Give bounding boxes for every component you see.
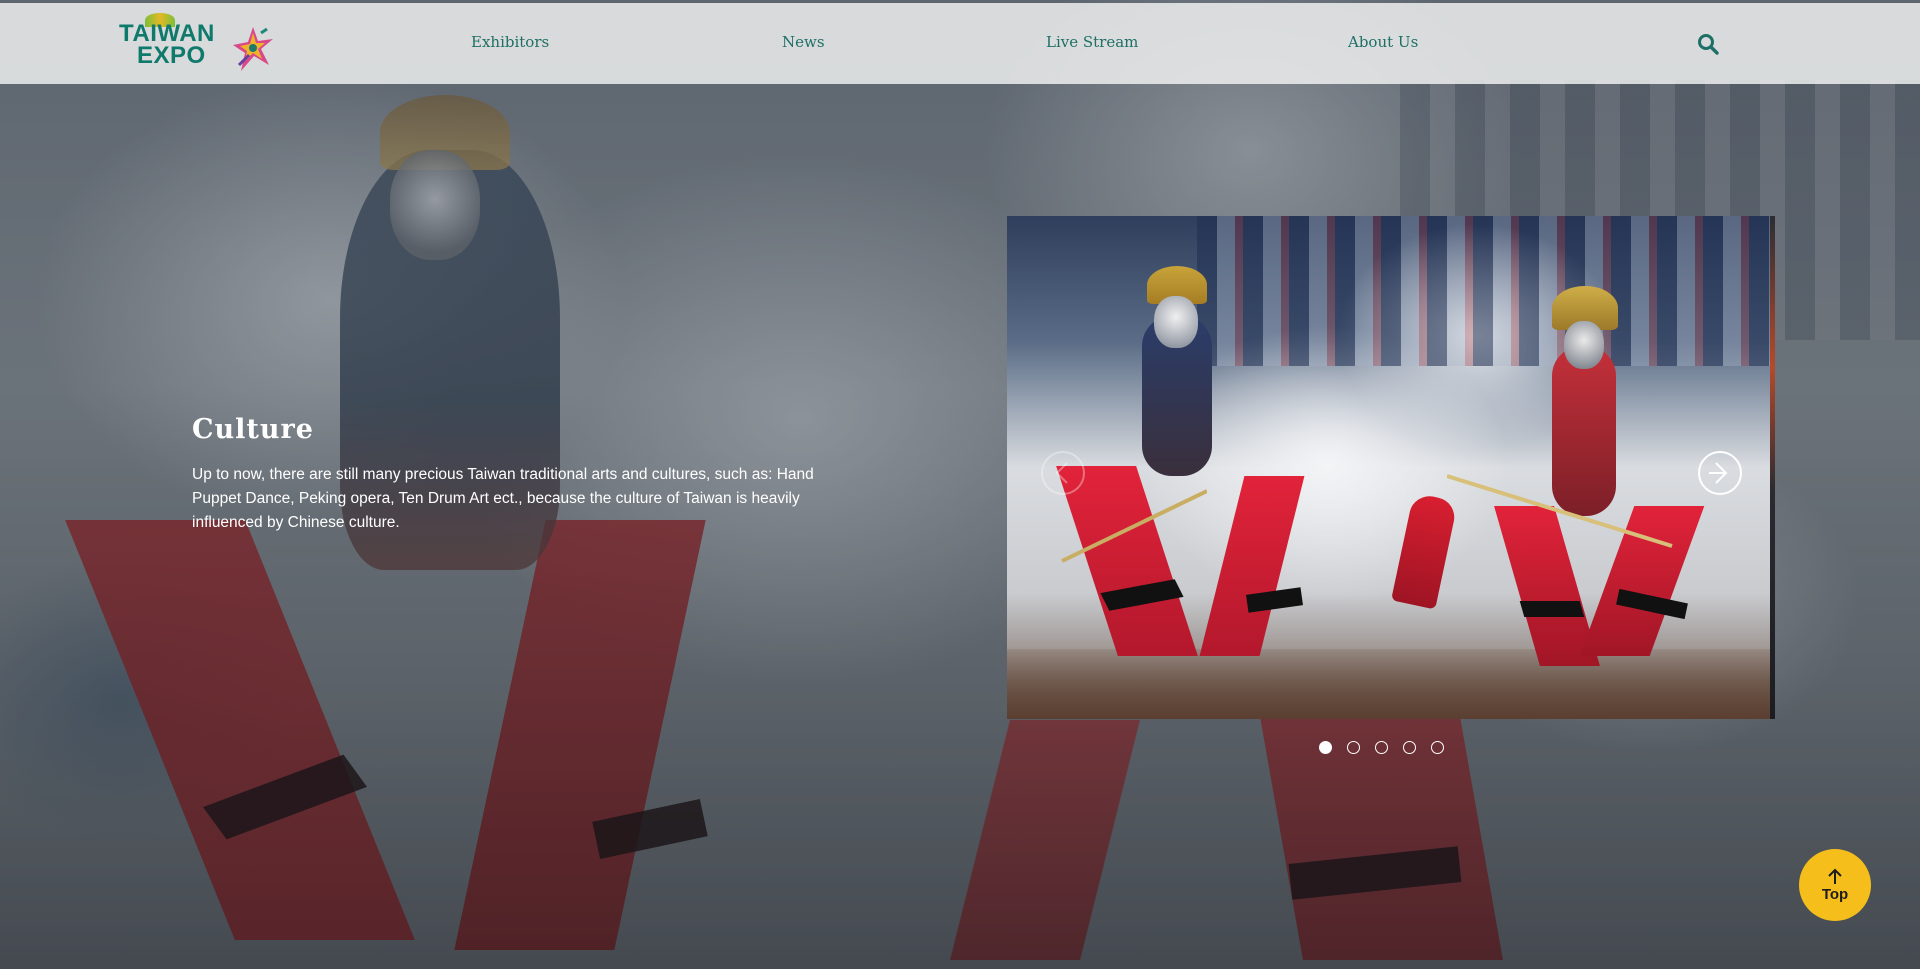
carousel-next-slide-peek [1770,216,1775,719]
section-title: Culture [192,414,314,445]
carousel-dot-1[interactable] [1319,741,1332,754]
nav-about-us[interactable]: About Us [1348,33,1418,51]
carousel-dot-4[interactable] [1403,741,1416,754]
site-header: TAIWAN EXPO Exhibitors News Live Stream … [0,3,1920,84]
image-carousel[interactable] [1007,216,1770,719]
carousel-street [1007,649,1770,719]
arrow-up-icon [1828,868,1842,884]
carousel-dot-3[interactable] [1375,741,1388,754]
carousel-dot-5[interactable] [1431,741,1444,754]
back-to-top-label: Top [1821,885,1849,903]
logo-dancer-icon [233,27,273,71]
logo-text: TAIWAN EXPO [119,22,215,69]
carousel-pagination [1319,741,1444,754]
carousel-crowd [1197,216,1770,366]
taiwan-expo-logo[interactable]: TAIWAN EXPO [119,9,279,75]
carousel-dot-2[interactable] [1347,741,1360,754]
sword-shape [1447,474,1673,548]
nav-live-stream[interactable]: Live Stream [1046,33,1138,51]
nav-exhibitors[interactable]: Exhibitors [471,33,549,51]
costume-stripe [1519,601,1585,617]
back-to-top-button[interactable]: Top [1799,849,1871,921]
performer-leg [1199,476,1305,656]
carousel-prev-icon[interactable] [1039,449,1087,497]
sword-shape [1061,489,1207,563]
carousel-next-icon[interactable] [1696,449,1744,497]
nav-news[interactable]: News [782,33,825,51]
search-icon[interactable] [1697,33,1719,55]
section-description: Up to now, there are still many precious… [192,466,814,531]
performer-face [1564,321,1604,369]
logo-line-2: EXPO [137,42,206,69]
performer-face [1154,296,1198,348]
